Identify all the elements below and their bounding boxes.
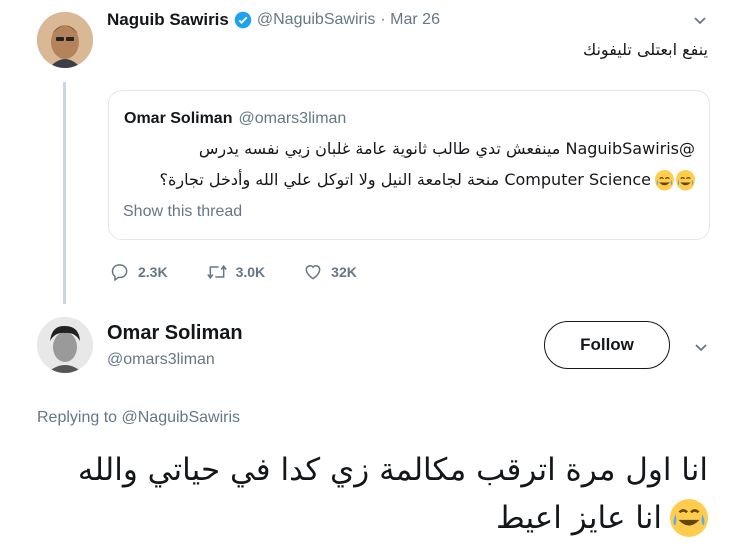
verified-badge-icon: [234, 11, 252, 29]
retweet-action[interactable]: 3.0K: [206, 262, 266, 282]
tweet-date[interactable]: · Mar 26: [380, 11, 440, 29]
author-name[interactable]: Naguib Sawiris: [107, 10, 229, 30]
reply-author-name[interactable]: Omar Soliman: [107, 322, 243, 345]
quoted-author-name: Omar Soliman: [124, 110, 233, 127]
heart-icon: [303, 262, 331, 282]
quoted-author-handle: @omars3liman: [238, 110, 347, 127]
reply-text: انا اول مرة اترقب مكالمة زي كدا في حياتي…: [40, 446, 708, 542]
replying-to: Replying to @NaguibSawiris: [37, 409, 240, 427]
laughing-crying-emoji-pair: [655, 170, 695, 191]
naguib-avatar[interactable]: [37, 12, 93, 68]
retweet-count: 3.0K: [235, 264, 266, 280]
thread-connector-line: [63, 82, 66, 304]
face-with-tears-of-joy-icon: [670, 499, 708, 537]
quoted-line-1: @NaguibSawiris مينفعش تدي طالب ثانوية عا…: [198, 139, 695, 158]
like-count: 32K: [331, 264, 357, 280]
quoted-tweet-text: @NaguibSawiris مينفعش تدي طالب ثانوية عا…: [115, 133, 695, 195]
replying-to-prefix: Replying to: [37, 409, 118, 426]
tweet-text: ينفع ابعتلى تليفونك: [582, 40, 708, 59]
show-thread-link[interactable]: Show this thread: [123, 203, 242, 221]
tweet-menu-chevron-down-icon[interactable]: [692, 12, 708, 33]
retweet-icon: [206, 262, 236, 282]
omar-avatar[interactable]: [37, 317, 93, 373]
tweet-header: Naguib Sawiris @NaguibSawiris · Mar 26: [107, 10, 440, 30]
face-with-tears-of-joy-icon: [676, 170, 695, 191]
face-with-tears-of-joy-icon: [655, 170, 674, 191]
quoted-line-2: Computer Science منحة لجامعة النيل ولا ا…: [159, 170, 651, 189]
like-action[interactable]: 32K: [303, 262, 357, 282]
reply-menu-chevron-down-icon[interactable]: [693, 339, 709, 360]
reply-count: 2.3K: [138, 264, 168, 280]
replying-to-handle[interactable]: @NaguibSawiris: [122, 409, 241, 426]
reply-header: Omar Soliman @omars3liman: [107, 322, 243, 369]
tweet-actions: 2.3K 3.0K 32K: [110, 262, 395, 282]
reply-icon: [110, 262, 138, 282]
author-handle[interactable]: @NaguibSawiris: [257, 11, 376, 29]
quoted-tweet[interactable]: Omar Soliman @omars3liman @NaguibSawiris…: [108, 90, 710, 240]
reply-line-2: انا عايز اعيط: [496, 500, 662, 536]
reply-line-1: انا اول مرة اترقب مكالمة زي كدا في حياتي…: [77, 452, 708, 488]
reply-action[interactable]: 2.3K: [110, 262, 168, 282]
reply-author-handle[interactable]: @omars3liman: [107, 351, 243, 369]
follow-button[interactable]: Follow: [544, 321, 670, 369]
